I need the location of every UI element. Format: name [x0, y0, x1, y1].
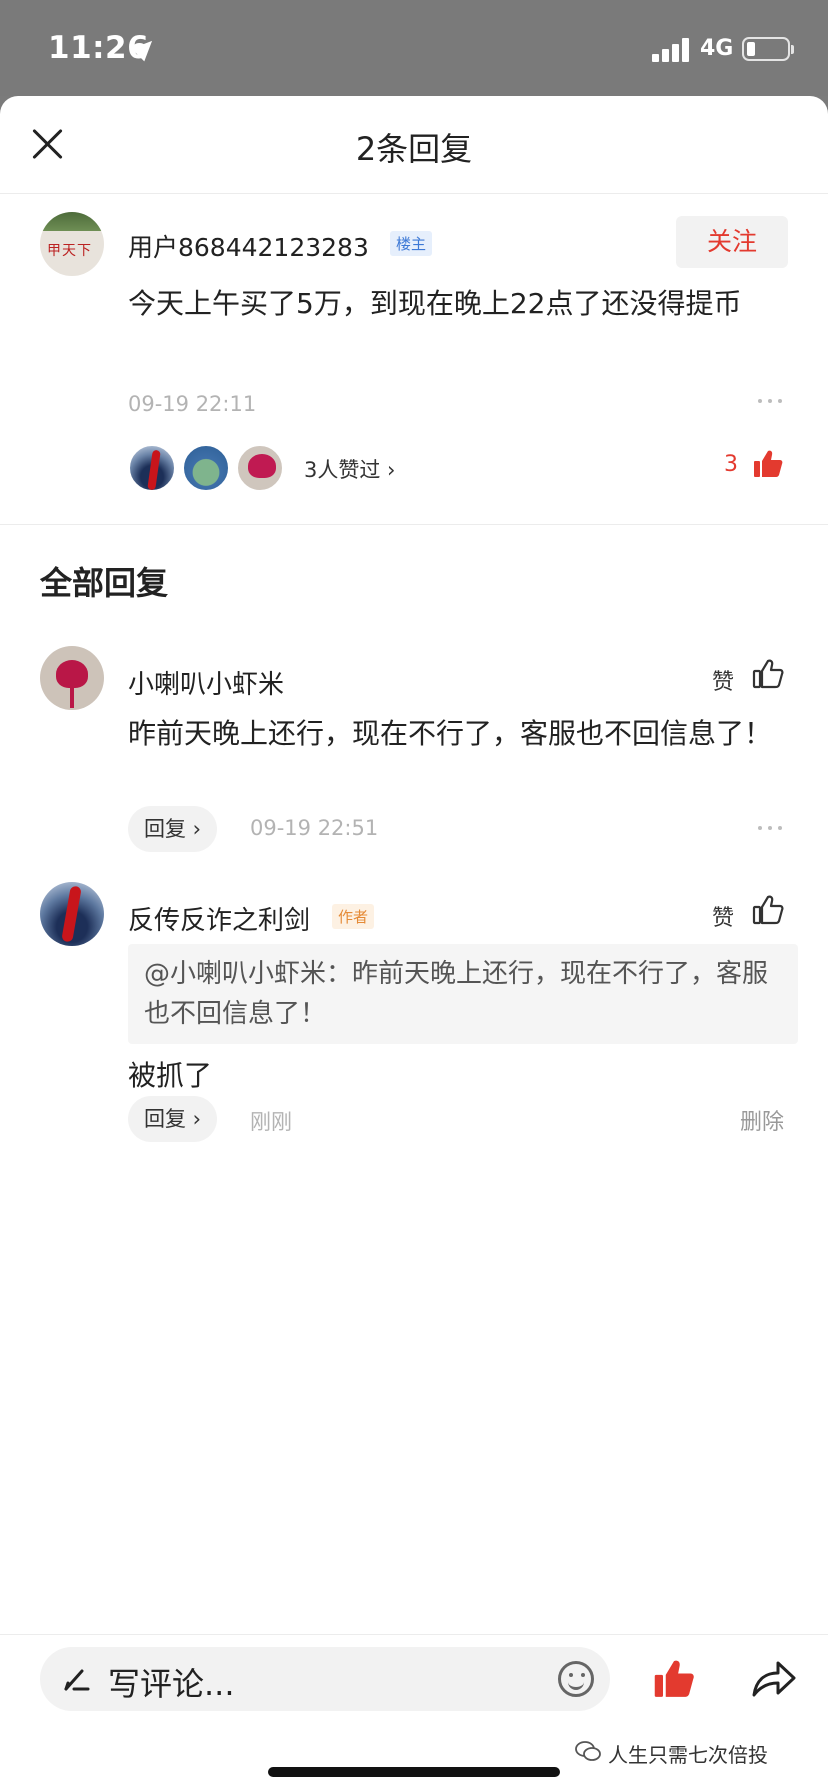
owner-badge: 楼主	[390, 231, 433, 256]
avatar[interactable]	[40, 646, 104, 710]
liker-avatar	[182, 444, 230, 492]
emoji-icon[interactable]	[558, 1661, 594, 1697]
comment-input[interactable]: 写评论...	[40, 1647, 610, 1711]
more-options-icon[interactable]	[756, 397, 786, 405]
post-timestamp: 09-19 22:11	[128, 392, 257, 416]
sheet-title: 2条回复	[355, 130, 473, 168]
like-label[interactable]: 赞	[712, 664, 734, 696]
liker-avatar	[128, 444, 176, 492]
liker-avatar	[236, 444, 284, 492]
likers-count-link[interactable]: 3人赞过 ›	[304, 454, 395, 484]
sheet-header: 2条回复	[0, 96, 828, 194]
reply-button[interactable]: 回复 ›	[128, 806, 218, 852]
network-type: 4G	[700, 36, 734, 61]
main-comment: 甲天下 用户868442123283 楼主 关注 今天上午买了5万，到现在晚上2…	[0, 194, 828, 524]
avatar-logo-text: 甲天下	[47, 243, 92, 259]
like-label[interactable]: 赞	[712, 900, 734, 932]
thumbs-up-filled-icon[interactable]	[652, 1657, 696, 1701]
more-options-icon[interactable]	[756, 824, 786, 832]
reply-username[interactable]: 小喇叭小虾米	[128, 664, 284, 701]
thumbs-up-filled-icon[interactable]	[752, 448, 784, 480]
thumbs-up-icon[interactable]	[752, 658, 784, 690]
signal-icon	[652, 38, 692, 62]
reply-text: 昨前天晚上还行，现在不行了，客服也不回信息了！	[128, 717, 773, 750]
share-icon[interactable]	[750, 1657, 798, 1701]
reply-item: 小喇叭小虾米 赞 昨前天晚上还行，现在不行了，客服也不回信息了！ 回复 › 09…	[0, 646, 828, 856]
battery-icon	[742, 37, 794, 61]
post-text: 今天上午买了5万，到现在晚上22点了还没得提币	[128, 287, 742, 320]
comment-placeholder: 写评论...	[108, 1665, 235, 1703]
delete-button[interactable]: 删除	[740, 1104, 784, 1136]
home-indicator[interactable]	[268, 1767, 560, 1777]
status-bar: 11:26 4G	[0, 0, 828, 96]
author-badge: 作者	[332, 904, 375, 929]
divider	[0, 524, 828, 525]
reply-timestamp: 09-19 22:51	[250, 816, 379, 840]
avatar[interactable]	[40, 882, 104, 946]
wechat-icon	[575, 1741, 601, 1761]
section-title: 全部回复	[40, 564, 169, 602]
reply-timestamp: 刚刚	[250, 1110, 292, 1134]
replies-sheet: 2条回复 甲天下 用户868442123283 楼主 关注 今天上午买了5万，到…	[0, 96, 828, 1792]
like-count: 3	[724, 452, 738, 477]
reply-text: 被抓了	[128, 1059, 213, 1092]
pen-icon	[64, 1669, 90, 1691]
thumbs-up-icon[interactable]	[752, 894, 784, 926]
watermark-text: 人生只需七次倍投	[608, 1743, 768, 1767]
bottom-bar: 写评论... 人生只需七次倍投	[0, 1634, 828, 1792]
reply-username[interactable]: 反传反诈之利剑	[128, 900, 310, 937]
post-username[interactable]: 用户868442123283	[128, 228, 369, 264]
reply-button[interactable]: 回复 ›	[128, 1096, 218, 1142]
quoted-reply: @小喇叭小虾米：昨前天晚上还行，现在不行了，客服也不回信息了！	[128, 944, 798, 1044]
follow-button[interactable]: 关注	[676, 216, 788, 268]
avatar[interactable]: 甲天下	[40, 212, 104, 276]
reply-item: 反传反诈之利剑 作者 赞 @小喇叭小虾米：昨前天晚上还行，现在不行了，客服也不回…	[0, 882, 828, 1142]
